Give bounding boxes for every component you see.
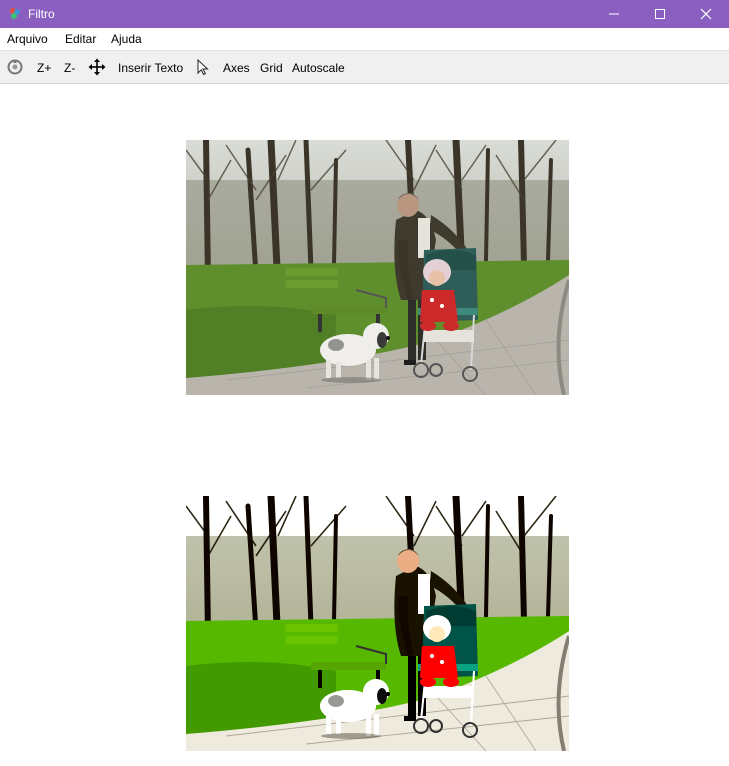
menu-editar[interactable]: Editar — [65, 32, 96, 46]
window-title: Filtro — [28, 7, 55, 21]
title-bar: Filtro — [0, 0, 729, 28]
autoscale-button[interactable]: Autoscale — [292, 61, 345, 75]
select-button[interactable] — [194, 58, 212, 76]
zoom-in-button[interactable]: Z+ — [37, 61, 51, 75]
toolbar: Z+ Z- Inserir Texto Axes Grid Autoscale — [0, 50, 729, 84]
minimize-button[interactable] — [591, 0, 637, 28]
zoom-out-button[interactable]: Z- — [64, 61, 75, 75]
park-scene-filtered-image — [186, 496, 569, 751]
reset-view-icon — [7, 59, 23, 75]
plot-canvas[interactable] — [0, 84, 729, 766]
app-icon — [8, 6, 22, 20]
close-icon — [700, 8, 712, 20]
filtered-image — [186, 496, 569, 751]
park-scene-image — [186, 140, 569, 395]
axes-button[interactable]: Axes — [223, 61, 250, 75]
close-button[interactable] — [683, 0, 729, 28]
insert-text-button[interactable]: Inserir Texto — [118, 61, 183, 75]
menu-ajuda[interactable]: Ajuda — [111, 32, 142, 46]
pan-button[interactable] — [88, 58, 106, 76]
home-view-button[interactable] — [6, 58, 24, 76]
grid-button[interactable]: Grid — [260, 61, 283, 75]
move-icon — [88, 58, 106, 76]
maximize-icon — [655, 9, 665, 19]
menu-arquivo[interactable]: Arquivo — [7, 32, 48, 46]
cursor-arrow-icon — [197, 58, 209, 76]
maximize-button[interactable] — [637, 0, 683, 28]
menu-bar: Arquivo Editar Ajuda — [0, 28, 729, 50]
minimize-icon — [609, 13, 619, 15]
original-image — [186, 140, 569, 395]
